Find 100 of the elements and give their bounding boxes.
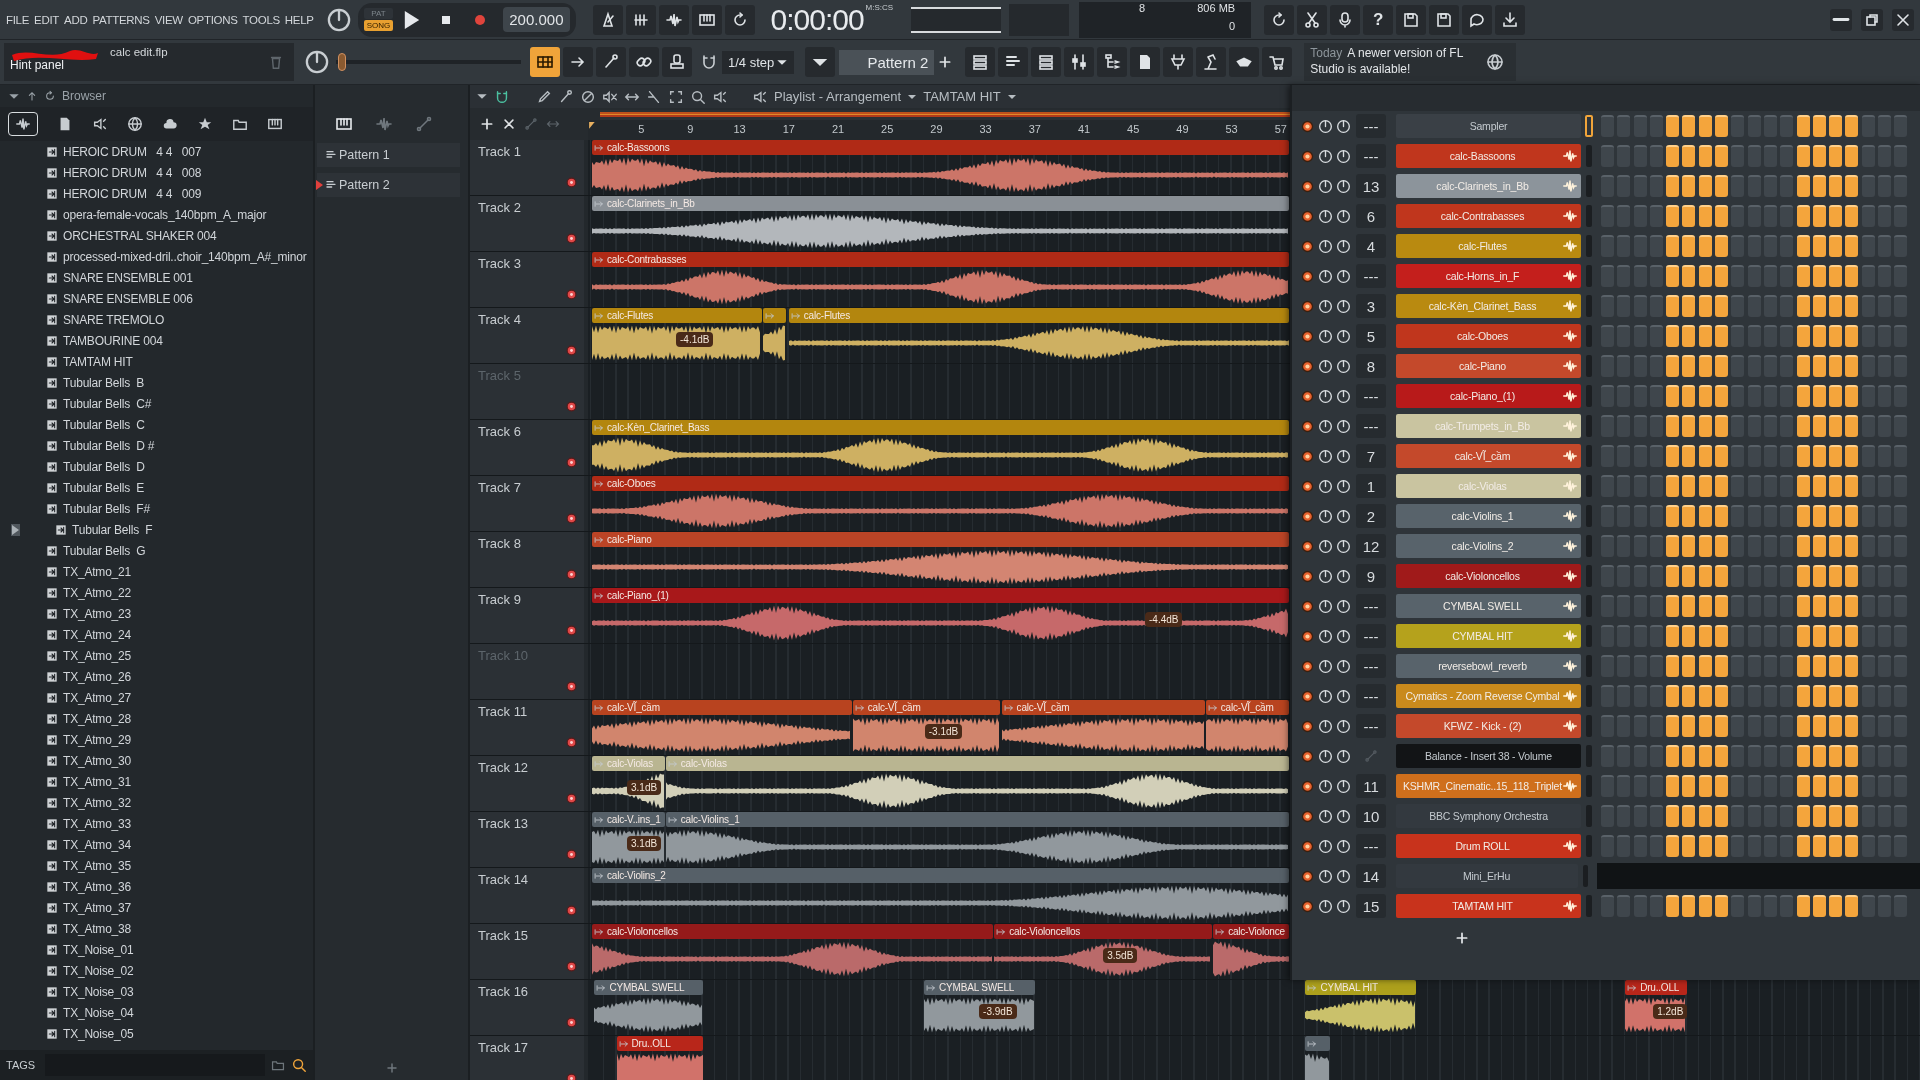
clip-header[interactable]: CYMBAL SWELL [924,980,1035,995]
browser-item[interactable]: TX_Noise_05 [63,1026,134,1041]
mixer-track-field[interactable]: --- [1356,654,1386,678]
track-lane[interactable]: calc-Contrabasses [588,252,1290,307]
browser-item[interactable]: ORCHESTRAL SHAKER 004 [63,228,217,243]
channel-button[interactable]: Balance - Insert 38 - Volume [1396,744,1581,768]
channel-button[interactable]: TAMTAM HIT [1396,894,1581,918]
browser-item[interactable]: Tubular Bells F [72,522,153,537]
browser-item[interactable]: TX_Noise_04 [63,1005,134,1020]
clip-header[interactable]: calc-Violins_2 [592,868,1290,883]
browser-item[interactable]: TX_Atmo_22 [63,585,132,600]
channel-button[interactable]: calc-VĨ_cầm [1396,444,1581,468]
clip-header[interactable]: calc-V..ins_1 [592,812,665,827]
menu-item[interactable]: FILE [6,13,30,26]
channel-button[interactable]: calc-Oboes [1396,324,1581,348]
browser-item[interactable]: TX_Atmo_35 [63,858,132,873]
mixer-track-field[interactable]: 12 [1356,534,1386,558]
track-lane[interactable]: calc-V..ins_1 3.1dB calc-Violins_1 [588,812,1290,867]
browser-item[interactable]: TX_Noise_01 [63,942,134,957]
clip-header[interactable]: Dru..OLL [1625,980,1687,995]
news-panel[interactable]: Today A newer version of FL Studio is available! [1304,43,1517,81]
browser-item[interactable]: TAMBOURINE 004 [63,333,163,348]
track-header[interactable]: Track 9 [470,588,588,643]
browser-item[interactable]: processed-mixed-dril..choir_140bpm_A#_minor [63,249,307,264]
clip-header[interactable]: calc-Piano_(1) [592,588,1290,603]
track-header[interactable]: Track 14 [470,868,588,923]
mixer-track-field[interactable]: --- [1356,414,1386,438]
channel-button[interactable]: calc-Violins_2 [1396,534,1581,558]
mode-toggle[interactable]: SONG [363,20,394,31]
channel-button[interactable]: BBC Symphony Orchestra [1396,804,1581,828]
menu-item[interactable]: TOOLS [242,13,280,26]
channel-button[interactable]: calc-Contrabasses [1396,204,1581,228]
browser-item[interactable]: SNARE ENSEMBLE 006 [63,291,193,306]
browser-item[interactable]: Tubular Bells G [63,543,146,558]
track-header[interactable]: Track 16 [470,980,588,1035]
track-header[interactable]: Track 2 [470,196,588,251]
browser-item[interactable]: TX_Atmo_31 [63,774,132,789]
channel-button[interactable]: KFWZ - Kick - (2) [1396,714,1581,738]
browser-item[interactable]: Tubular Bells D [63,459,145,474]
browser-item[interactable]: Tubular Bells B [63,375,145,390]
channel-button[interactable]: reversebowl_reverb [1396,654,1581,678]
browser-item[interactable]: Tubular Bells C# [63,396,152,411]
mixer-track-field[interactable]: --- [1356,144,1386,168]
clip-header[interactable]: calc-VĨ_cầm [1205,700,1290,715]
channel-button[interactable]: Drum ROLL [1396,834,1581,858]
track-lane[interactable]: calc-Violins_2 [588,868,1290,923]
mixer-track-field[interactable]: 3 [1356,294,1386,318]
mixer-track-field[interactable]: 7 [1356,444,1386,468]
mixer-track-field[interactable]: --- [1356,624,1386,648]
browser-item[interactable]: TX_Atmo_27 [63,690,132,705]
clip-header[interactable]: calc-Contrabasses [592,252,1290,267]
browser-item[interactable]: TX_Atmo_36 [63,879,132,894]
browser-item[interactable]: TX_Atmo_24 [63,627,132,642]
mixer-track-field[interactable]: 2 [1356,504,1386,528]
browser-item[interactable]: TX_Noise_03 [63,984,134,999]
channel-button[interactable]: calc-Horns_in_F [1396,264,1581,288]
track-lane[interactable]: calc-VĨ_cầm calc-VĨ_cầm -3.1dB calc-VĨ_cầm calc-VĨ_cầm [588,700,1290,755]
browser-item[interactable]: TX_Atmo_25 [63,648,132,663]
mixer-track-field[interactable]: 1 [1356,474,1386,498]
track-lane[interactable]: calc-Bassoons [588,140,1290,195]
clip-header[interactable]: calc-Oboes [592,476,1290,491]
pattern-selector[interactable]: Pattern 2 [839,49,935,75]
mixer-track-field[interactable]: 4 [1356,234,1386,258]
track-lane[interactable]: calc-Violoncellos calc-Violoncellos 3.5dB calc-Violonce [588,924,1290,979]
channel-button[interactable]: calc-Violins_1 [1396,504,1581,528]
mixer-track-field[interactable]: --- [1356,684,1386,708]
channel-button[interactable]: calc-Violoncellos [1396,564,1581,588]
track-header[interactable]: Track 7 [470,476,588,531]
clip-header[interactable]: calc-VĨ_cầm [852,700,1001,715]
browser-item[interactable]: Tubular Bells E [63,480,145,495]
channel-button[interactable]: Mini_ErHu [1395,864,1578,888]
mixer-track-field[interactable]: --- [1356,384,1386,408]
clip-header[interactable]: calc-Violoncellos [994,924,1212,939]
channel-button[interactable]: calc-Piano_(1) [1396,384,1581,408]
browser-item[interactable]: opera-female-vocals_140bpm_A_major [63,207,267,222]
browser-item[interactable]: Tubular Bells C [63,417,145,432]
browser-item[interactable]: HEROIC DRUM 4 4 009 [63,186,202,201]
mixer-track-field[interactable]: --- [1356,114,1386,138]
browser-item[interactable]: Tubular Bells F# [63,501,150,516]
browser-item[interactable]: TX_Atmo_28 [63,711,132,726]
mode-toggle[interactable]: PAT [363,8,394,19]
track-header[interactable]: Track 11 [470,700,588,755]
clip-header[interactable]: calc-Bassoons [592,140,1290,155]
snap-dropdown[interactable]: 1/4 step [722,50,795,74]
browser-item[interactable]: HEROIC DRUM 4 4 008 [63,165,202,180]
menu-item[interactable]: HELP [284,13,314,26]
browser-item[interactable]: TX_Atmo_33 [63,816,132,831]
mixer-track-field[interactable]: 10 [1356,804,1386,828]
mixer-track-field[interactable]: 6 [1356,204,1386,228]
menu-item[interactable]: PATTERNS [92,13,150,26]
clip-header[interactable]: calc-VĨ_cầm [592,700,852,715]
mixer-track-field[interactable]: 9 [1356,564,1386,588]
mixer-track-field[interactable]: 14 [1356,864,1386,888]
menu-item[interactable]: OPTIONS [187,13,238,26]
track-lane[interactable]: calc-Piano [588,532,1290,587]
mixer-track-field[interactable]: 11 [1356,774,1386,798]
clip-header[interactable]: calc-Violins_1 [665,812,1290,827]
browser-item[interactable]: TX_Atmo_21 [63,564,132,579]
track-header[interactable]: Track 4 [470,308,588,363]
clip-header[interactable]: CYMBAL SWELL [594,980,703,995]
